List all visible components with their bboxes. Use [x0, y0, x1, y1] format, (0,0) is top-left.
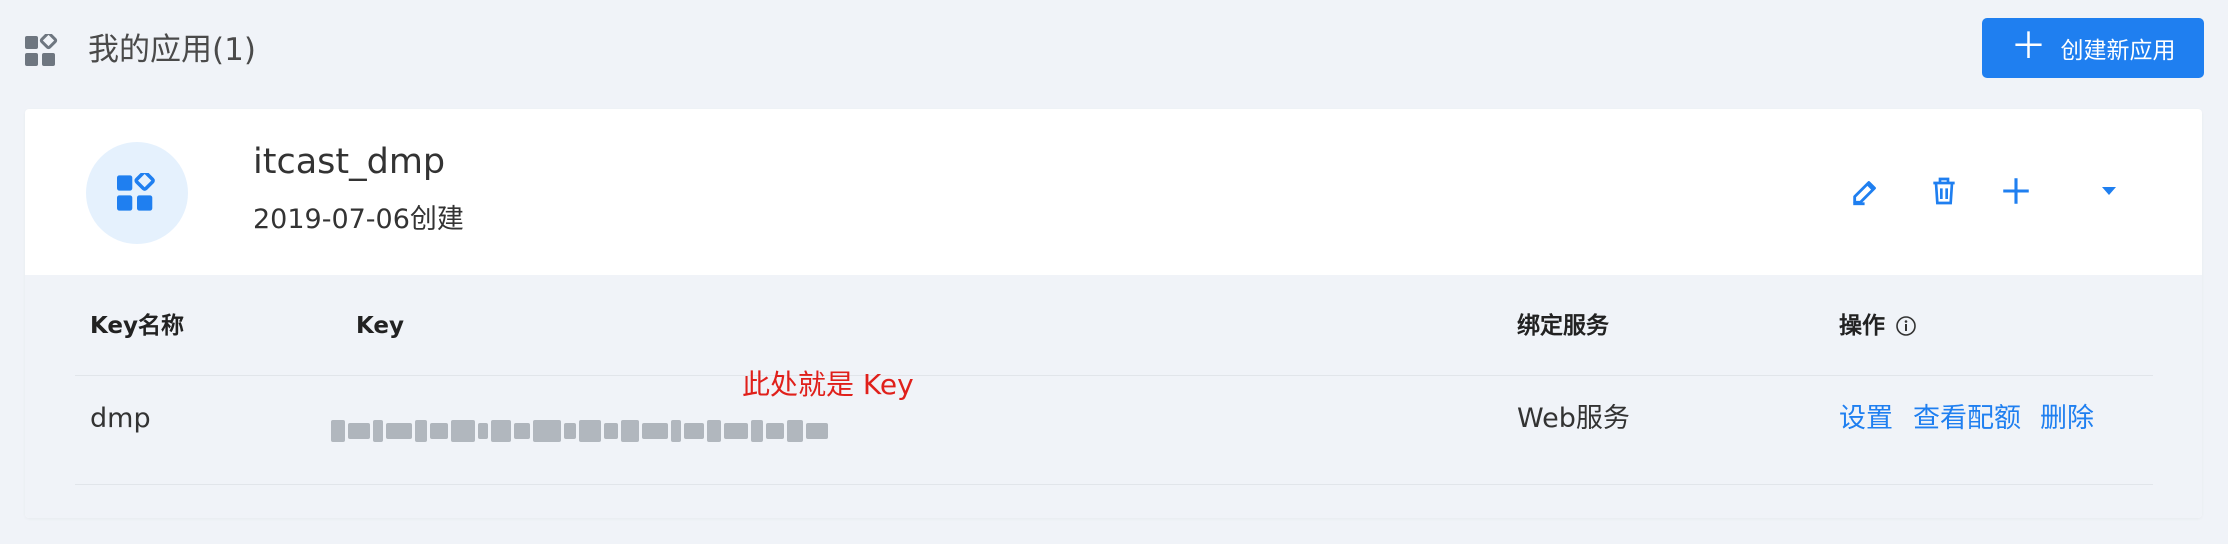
- page-title: 我的应用(1): [88, 32, 256, 68]
- key-annotation: 此处就是 Key: [742, 368, 914, 401]
- create-app-label: 创建新应用: [2060, 38, 2176, 64]
- edit-icon[interactable]: [1842, 167, 1890, 215]
- divider: [75, 375, 2153, 376]
- apps-grid-icon: [25, 34, 58, 66]
- keys-table: Key名称 Key 绑定服务 操作 dmp Web服务 设置 查看配额 删除: [25, 275, 2202, 518]
- column-header-key-name: Key名称: [90, 313, 185, 339]
- app-card: itcast_dmp 2019-07-06创建 Key名称 Key 绑定服务 操…: [25, 109, 2202, 518]
- plus-icon: ＋: [2010, 25, 2047, 67]
- apps-grid-icon: [117, 173, 155, 211]
- view-quota-link[interactable]: 查看配额: [1913, 399, 2021, 439]
- cell-service: Web服务: [1517, 403, 1630, 434]
- app-name: itcast_dmp: [253, 142, 446, 182]
- column-header-service: 绑定服务: [1517, 313, 1609, 339]
- divider: [75, 484, 2153, 485]
- settings-link[interactable]: 设置: [1839, 399, 1893, 439]
- app-avatar: [86, 142, 188, 244]
- column-header-ops-label: 操作: [1839, 313, 1885, 339]
- trash-icon[interactable]: [1920, 167, 1968, 215]
- column-header-key: Key: [356, 313, 405, 339]
- cell-key-name: dmp: [90, 403, 151, 434]
- caret-down-icon[interactable]: [2085, 167, 2133, 215]
- column-header-ops: 操作: [1839, 309, 1917, 343]
- plus-icon[interactable]: [1992, 167, 2040, 215]
- create-app-button[interactable]: ＋ 创建新应用: [1982, 18, 2204, 78]
- info-icon[interactable]: [1895, 315, 1917, 337]
- delete-link[interactable]: 删除: [2040, 399, 2094, 439]
- cell-key-blurred: [331, 417, 865, 445]
- app-created-date: 2019-07-06创建: [253, 204, 464, 235]
